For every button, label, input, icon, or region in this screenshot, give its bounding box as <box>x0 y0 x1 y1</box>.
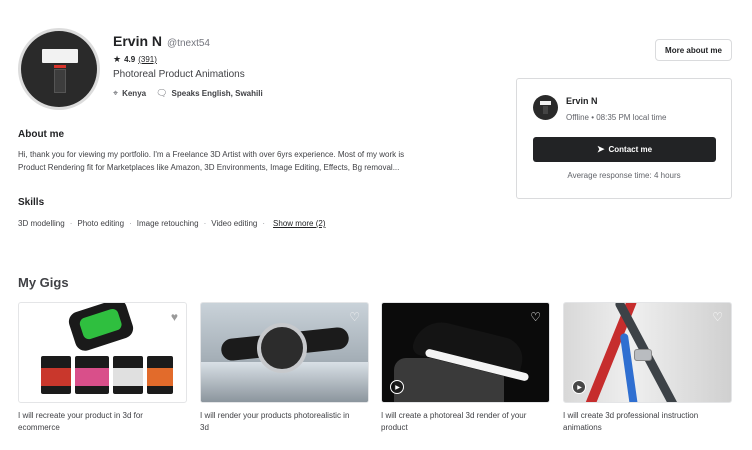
show-more-skills-link[interactable]: Show more (2) <box>273 219 325 228</box>
skill-separator: · <box>203 219 207 228</box>
skills-heading: Skills <box>18 197 45 208</box>
gig-title[interactable]: I will render your products photorealist… <box>200 410 360 434</box>
about-heading: About me <box>18 129 65 140</box>
seller-status: Offline • 08:35 PM local time <box>566 113 667 122</box>
seller-handle: @tnext54 <box>167 38 210 49</box>
map-pin-icon: ⌖ <box>113 88 119 98</box>
skill-item[interactable]: 3D modelling <box>18 219 65 228</box>
gig-image[interactable]: ♥ <box>18 302 187 403</box>
play-icon[interactable]: ▶ <box>572 380 586 394</box>
reviews-count-link[interactable]: (391) <box>138 55 157 64</box>
skills-list: 3D modelling · Photo editing · Image ret… <box>18 219 326 228</box>
seller-name[interactable]: Ervin N <box>113 33 162 49</box>
skill-separator: · <box>129 219 132 228</box>
skill-item[interactable]: Photo editing <box>77 219 124 228</box>
gig-image[interactable]: ♡ ▶ <box>563 302 732 403</box>
avatar-logo-image <box>21 31 97 107</box>
gig-image[interactable]: ♡ ▶ <box>381 302 550 403</box>
gig-card[interactable]: ♡ ▶ I will create a photoreal 3d render … <box>381 302 550 434</box>
gig-card[interactable]: ♥ I will recreate your product in 3d for… <box>18 302 187 434</box>
gig-image[interactable]: ♡ <box>200 302 369 403</box>
seller-languages: Speaks English, Swahili <box>171 89 263 98</box>
contact-me-button[interactable]: ➤ Contact me <box>533 137 716 162</box>
seller-meta: ⌖ Kenya 🗨 Speaks English, Swahili <box>113 88 263 99</box>
card-seller-name: Ervin N <box>566 96 598 106</box>
heart-icon[interactable]: ♡ <box>349 311 360 323</box>
skill-separator: · <box>262 219 266 228</box>
about-text: Hi, thank you for viewing my portfolio. … <box>18 150 405 172</box>
gig-title[interactable]: I will create a photoreal 3d render of y… <box>381 410 541 434</box>
rating-value: 4.9 <box>124 55 136 64</box>
skill-separator: · <box>69 219 73 228</box>
contact-card: Ervin N Offline • 08:35 PM local time ➤ … <box>516 78 732 199</box>
profile-avatar[interactable] <box>18 28 100 110</box>
gig-title[interactable]: I will create 3d professional instructio… <box>563 410 723 434</box>
play-icon[interactable]: ▶ <box>390 380 404 394</box>
star-icon: ★ <box>113 54 122 64</box>
gig-card[interactable]: ♡ ▶ I will create 3d professional instru… <box>563 302 732 434</box>
speech-bubble-icon: 🗨 <box>156 88 168 98</box>
heart-icon[interactable]: ♡ <box>530 311 541 323</box>
average-response-time: Average response time: 4 hours <box>567 171 681 180</box>
gig-title[interactable]: I will recreate your product in 3d for e… <box>18 410 178 434</box>
gig-card[interactable]: ♡ I will render your products photoreali… <box>200 302 369 434</box>
heart-icon[interactable]: ♡ <box>712 311 723 323</box>
more-about-me-button[interactable]: More about me <box>655 39 732 61</box>
rating-row: ★ 4.9 (391) <box>113 54 157 65</box>
heart-icon[interactable]: ♥ <box>171 311 178 323</box>
gigs-heading: My Gigs <box>18 275 69 290</box>
seller-location: Kenya <box>122 89 147 98</box>
card-avatar <box>533 95 558 120</box>
contact-me-label: Contact me <box>608 145 653 154</box>
paper-plane-icon: ➤ <box>596 144 605 154</box>
seller-tagline: Photoreal Product Animations <box>113 69 245 80</box>
name-row: Ervin N @tnext54 <box>113 33 210 49</box>
skill-item[interactable]: Image retouching <box>137 219 199 228</box>
skill-item[interactable]: Video editing <box>211 219 257 228</box>
